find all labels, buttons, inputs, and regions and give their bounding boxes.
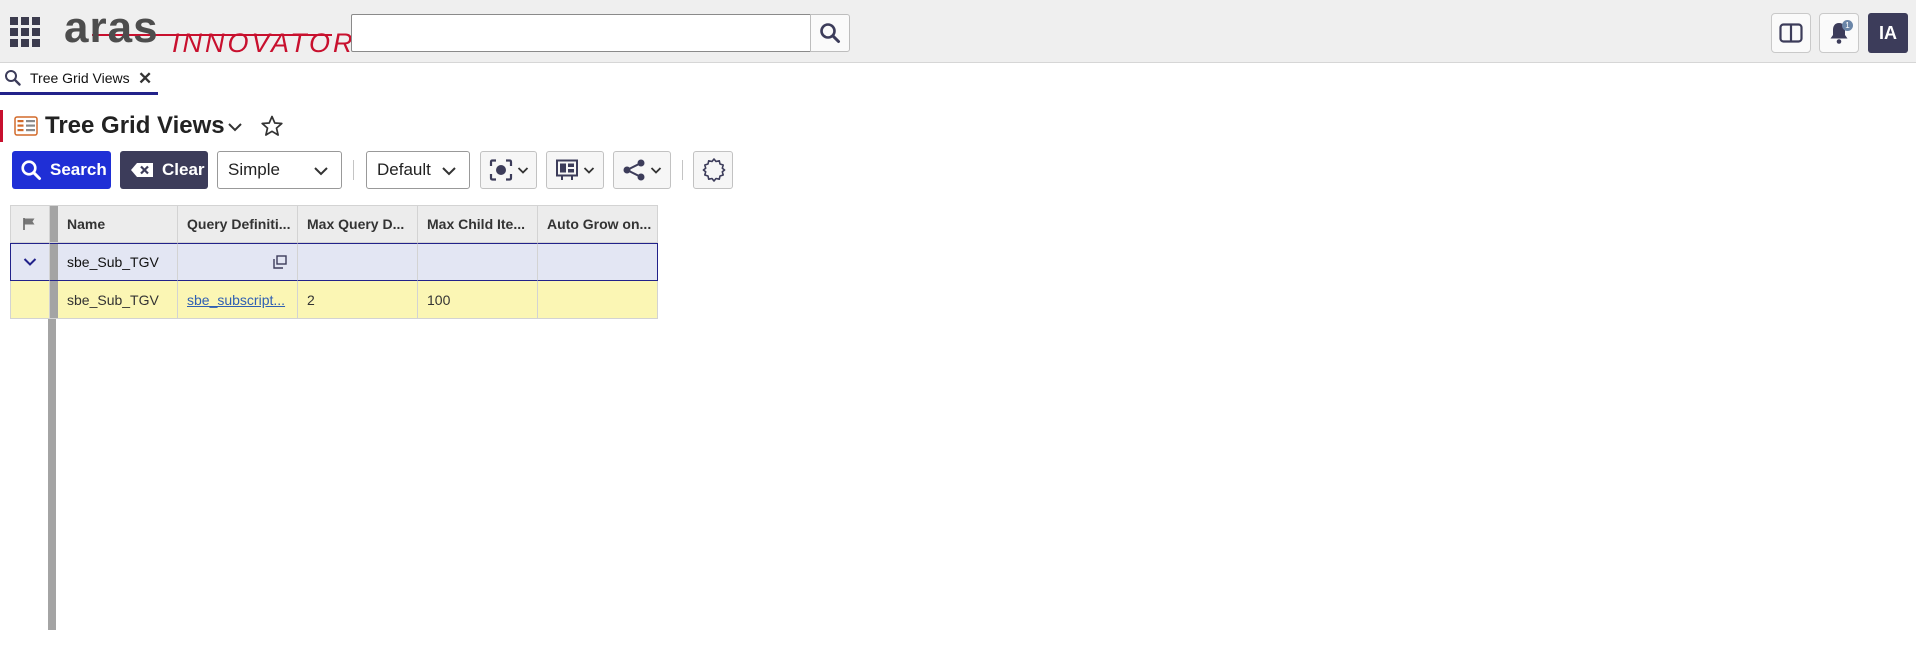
search-icon: [21, 160, 41, 180]
global-search-input[interactable]: [351, 14, 812, 52]
open-item-icon[interactable]: [273, 255, 287, 269]
split-panel-icon: [1779, 23, 1803, 43]
cell-query-definition[interactable]: sbe_subscript...: [178, 281, 298, 319]
gear-icon: [702, 158, 726, 182]
title-accent-bar: [0, 110, 3, 142]
cell-max-query-depth[interactable]: 2: [298, 281, 418, 319]
page-title: Tree Grid Views: [45, 112, 225, 139]
chevron-down-icon: [23, 258, 37, 266]
settings-button[interactable]: [693, 151, 733, 189]
search-icon: [5, 70, 21, 86]
cell-auto-grow[interactable]: [538, 281, 658, 319]
group-row[interactable]: sbe_Sub_TGV: [10, 243, 658, 281]
query-definition-cell[interactable]: [178, 243, 298, 281]
app-launcher-icon[interactable]: [10, 17, 40, 47]
split-view-button[interactable]: [1771, 13, 1811, 53]
share-icon: [623, 159, 645, 181]
group-cell-auto-grow[interactable]: [538, 243, 658, 281]
column-header-max-query-depth[interactable]: Max Query D...: [298, 205, 418, 243]
tree-grid-view-icon: [14, 116, 38, 136]
search-mode-value: Simple: [228, 160, 280, 179]
search-button[interactable]: Search: [12, 151, 111, 189]
user-avatar[interactable]: IA: [1868, 13, 1908, 53]
tab-label: Tree Grid Views: [30, 69, 130, 86]
grid-gutter: [50, 243, 58, 281]
search-button-label: Search: [50, 160, 107, 179]
notification-badge: 1: [1842, 20, 1853, 31]
group-cell-max-query-depth[interactable]: [298, 243, 418, 281]
logo-innovator-text: INNOVATOR: [172, 28, 356, 58]
cell-max-child-items[interactable]: 100: [418, 281, 538, 319]
global-search-button[interactable]: [810, 14, 850, 52]
search-icon: [820, 23, 840, 43]
chevron-down-icon: [650, 167, 662, 174]
toolbar-divider: [353, 160, 354, 180]
notifications-button[interactable]: 1: [1819, 13, 1859, 53]
share-menu-button[interactable]: [613, 151, 671, 189]
logo-aras-text: aras: [64, 3, 159, 52]
chevron-down-icon: [583, 167, 595, 174]
toolbar-divider: [682, 160, 683, 180]
clear-button[interactable]: Clear: [120, 151, 208, 189]
search-toolbar: Search Clear Simple Default: [0, 150, 1916, 190]
layout-menu-button[interactable]: [546, 151, 604, 189]
screenshot-menu-button[interactable]: [480, 151, 537, 189]
grid-gutter: [50, 281, 58, 319]
query-definition-link[interactable]: sbe_subscript...: [187, 292, 297, 308]
column-header-auto-grow[interactable]: Auto Grow on...: [538, 205, 658, 243]
cell-name[interactable]: sbe_Sub_TGV: [58, 281, 178, 319]
favorite-star-icon[interactable]: [260, 114, 284, 138]
close-icon[interactable]: ✕: [138, 69, 152, 89]
grid-header-row: Name Query Definiti... Max Query D... Ma…: [10, 205, 658, 243]
chevron-down-icon: [314, 167, 328, 176]
clear-button-label: Clear: [162, 160, 205, 179]
saved-search-value: Default: [377, 160, 431, 179]
chevron-down-icon: [517, 167, 529, 174]
backspace-clear-icon: [131, 163, 153, 177]
column-header-name[interactable]: Name: [58, 205, 178, 243]
capture-icon: [489, 159, 513, 181]
tab-strip: Tree Grid Views ✕: [0, 63, 1916, 95]
group-row-name[interactable]: sbe_Sub_TGV: [58, 243, 178, 281]
group-cell-max-child-items[interactable]: [418, 243, 538, 281]
top-header: aras INNOVATOR 1 IA: [0, 0, 1916, 63]
column-header-max-child-items[interactable]: Max Child Ite...: [418, 205, 538, 243]
row-flag-cell[interactable]: [10, 281, 50, 319]
flag-column-header[interactable]: [10, 205, 50, 243]
search-mode-select[interactable]: Simple: [217, 151, 342, 189]
column-header-query-definition[interactable]: Query Definiti...: [178, 205, 298, 243]
layout-icon: [556, 159, 578, 180]
flag-icon: [23, 218, 35, 230]
chevron-down-icon[interactable]: [226, 118, 244, 136]
table-row[interactable]: sbe_Sub_TGV sbe_subscript... 2 100: [10, 281, 658, 319]
saved-search-select[interactable]: Default: [366, 151, 470, 189]
expand-toggle[interactable]: [10, 243, 50, 281]
chevron-down-icon: [442, 167, 456, 176]
tab-tree-grid-views[interactable]: Tree Grid Views ✕: [0, 63, 158, 95]
grid-gutter: [50, 205, 58, 243]
